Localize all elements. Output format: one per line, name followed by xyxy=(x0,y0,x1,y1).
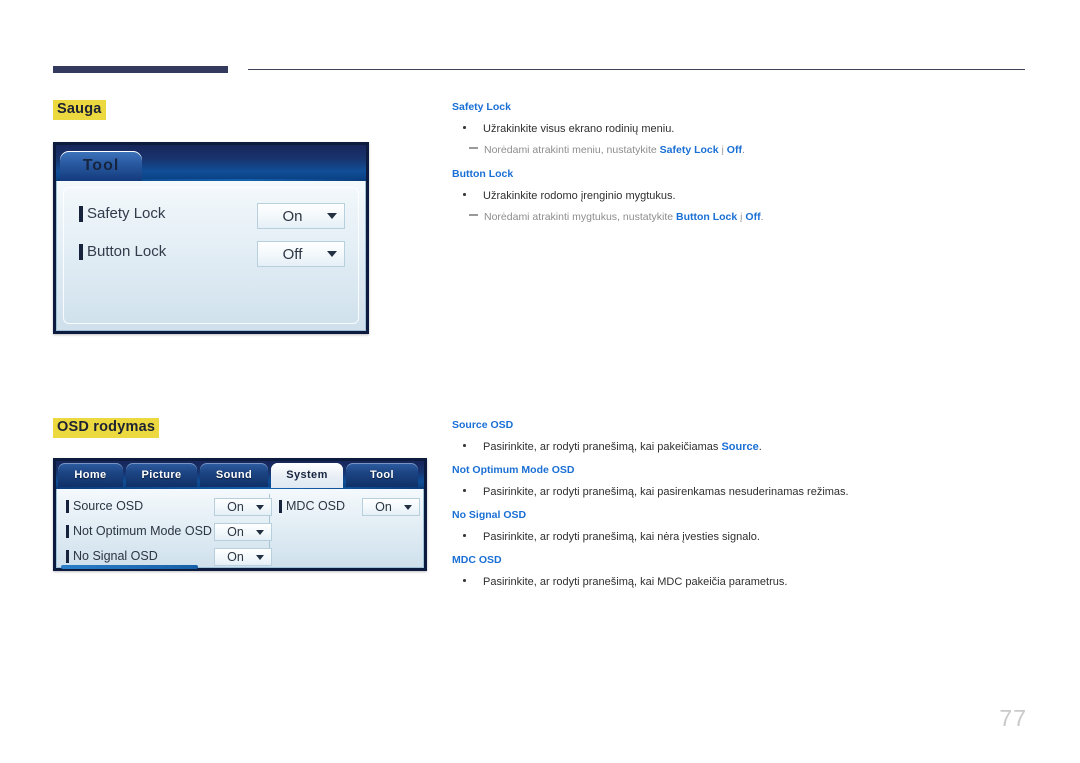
bullet-dot-icon xyxy=(463,444,466,447)
chevron-down-icon xyxy=(256,554,264,560)
header-rule-thin xyxy=(248,69,1025,70)
note-dash-icon xyxy=(469,147,478,149)
bullet-item: Užrakinkite rodomo įrenginio mygtukus. xyxy=(452,188,1027,203)
note-item: Norėdami atrakinti mygtukus, nustatykite… xyxy=(452,209,1027,224)
osd-combo-value: On xyxy=(227,550,244,564)
note-prefix: Norėdami atrakinti mygtukus, nustatykite xyxy=(484,211,676,223)
chevron-down-icon xyxy=(327,213,337,219)
osd-combo-no-signal-osd[interactable]: On xyxy=(214,548,272,566)
osd-combo-source-osd[interactable]: On xyxy=(214,498,272,516)
osd-panel-tool: Tool Safety Lock On Button Lock Off xyxy=(53,142,369,334)
page-number: 77 xyxy=(999,705,1027,731)
note-keyword-1: Safety Lock xyxy=(659,144,719,156)
bullet-item: Pasirinkite, ar rodyti pranešimą, kai pa… xyxy=(452,439,1027,454)
bullet-suffix: . xyxy=(758,441,762,453)
bullet-dot-icon xyxy=(463,534,466,537)
osd-row-safety-lock: Safety Lock xyxy=(79,205,165,222)
chevron-down-icon xyxy=(256,504,264,510)
bullet-dot-icon xyxy=(463,193,466,196)
bullet-text: Pasirinkite, ar rodyti pranešimą, kai MD… xyxy=(483,576,788,588)
bullet-dot-icon xyxy=(463,126,466,129)
note-separator: į xyxy=(718,144,727,156)
osd-row-no-signal-osd: No Signal OSD xyxy=(66,549,158,563)
osd-tab-system[interactable]: System xyxy=(271,463,343,488)
osd-tab-tool[interactable]: Tool xyxy=(346,463,418,488)
row-marker-icon xyxy=(66,549,69,563)
osd-tab-home[interactable]: Home xyxy=(58,463,123,488)
osd-row-label: Button Lock xyxy=(87,243,167,260)
bullet-text: Užrakinkite visus ekrano rodinių meniu. xyxy=(483,123,675,135)
osd-body-tool: Safety Lock On Button Lock Off xyxy=(56,181,366,331)
bullet-item: Pasirinkite, ar rodyti pranešimą, kai MD… xyxy=(452,574,1027,589)
note-keyword-2: Off xyxy=(726,144,742,156)
osd-tabbar-system: Home Picture Sound System Tool xyxy=(56,461,424,489)
chevron-down-icon xyxy=(404,504,412,510)
osd-row-label: Safety Lock xyxy=(87,205,166,222)
osd-row-source-osd: Source OSD xyxy=(66,499,143,513)
osd-row-label: No Signal OSD xyxy=(73,549,158,563)
bullet-text: Pasirinkite, ar rodyti pranešimą, kai nė… xyxy=(483,531,760,543)
note-text: Norėdami atrakinti meniu, nustatykite Sa… xyxy=(484,144,745,156)
row-marker-icon xyxy=(279,499,282,513)
osd-combo-mdc-osd[interactable]: On xyxy=(362,498,420,516)
bullet-keyword: Source xyxy=(721,441,759,453)
section-heading-osd-rodymas: OSD rodymas xyxy=(53,418,160,438)
osd-combo-value: Off xyxy=(282,245,303,263)
osd-combo-value: On xyxy=(227,500,244,514)
osd-tabbar-tool: Tool xyxy=(56,145,366,181)
chevron-down-icon xyxy=(327,251,337,257)
osd-row-button-lock: Button Lock xyxy=(79,243,166,260)
entry-title-button-lock: Button Lock xyxy=(452,168,514,180)
row-marker-icon xyxy=(66,524,69,538)
osd-combo-value: On xyxy=(227,525,244,539)
note-suffix: . xyxy=(760,211,764,223)
entry-title-safety-lock: Safety Lock xyxy=(452,101,511,113)
row-marker-icon xyxy=(66,499,69,513)
osd-tab-tool[interactable]: Tool xyxy=(60,151,142,181)
page-header-rule xyxy=(53,66,1025,76)
note-text: Norėdami atrakinti mygtukus, nustatykite… xyxy=(484,211,764,223)
entry-title-no-signal-osd: No Signal OSD xyxy=(452,509,527,521)
osd-body-system: Source OSD On Not Optimum Mode OSD On No… xyxy=(56,489,424,569)
description-block-safety-lock: Safety Lock Užrakinkite visus ekrano rod… xyxy=(452,101,1027,224)
bullet-prefix: Pasirinkite, ar rodyti pranešimą, kai pa… xyxy=(483,441,722,453)
note-item: Norėdami atrakinti meniu, nustatykite Sa… xyxy=(452,142,1027,157)
bullet-item: Pasirinkite, ar rodyti pranešimą, kai nė… xyxy=(452,529,1027,544)
osd-combo-safety-lock[interactable]: On xyxy=(257,203,345,229)
entry-title-mdc-osd: MDC OSD xyxy=(452,554,502,566)
description-block-osd-display: Source OSD Pasirinkite, ar rodyti praneš… xyxy=(452,419,1027,589)
osd-panel-system: Home Picture Sound System Tool Source OS… xyxy=(53,458,427,571)
note-keyword-2: Off xyxy=(745,211,761,223)
bullet-dot-icon xyxy=(463,579,466,582)
osd-row-label: Not Optimum Mode OSD xyxy=(73,524,212,538)
row-marker-icon xyxy=(79,205,83,222)
osd-tab-sound[interactable]: Sound xyxy=(200,463,268,488)
chevron-down-icon xyxy=(256,529,264,535)
entry-title-source-osd: Source OSD xyxy=(452,419,514,431)
note-prefix: Norėdami atrakinti meniu, nustatykite xyxy=(484,144,660,156)
bullet-text: Pasirinkite, ar rodyti pranešimą, kai pa… xyxy=(483,486,849,498)
note-keyword-1: Button Lock xyxy=(676,211,738,223)
osd-combo-value: On xyxy=(282,207,303,225)
section-heading-sauga: Sauga xyxy=(53,100,106,120)
header-rule-thick xyxy=(53,66,228,73)
osd-row-not-optimum-mode-osd: Not Optimum Mode OSD xyxy=(66,524,212,538)
note-suffix: . xyxy=(741,144,745,156)
note-dash-icon xyxy=(469,214,478,216)
osd-combo-button-lock[interactable]: Off xyxy=(257,241,345,267)
osd-tab-picture[interactable]: Picture xyxy=(126,463,197,488)
row-marker-icon xyxy=(79,243,83,260)
osd-scroll-indicator[interactable] xyxy=(61,565,198,569)
osd-combo-not-optimum-mode-osd[interactable]: On xyxy=(214,523,272,541)
osd-row-label: Source OSD xyxy=(73,499,144,513)
bullet-text: Pasirinkite, ar rodyti pranešimą, kai pa… xyxy=(483,441,762,453)
osd-row-mdc-osd: MDC OSD xyxy=(279,499,345,513)
bullet-text: Užrakinkite rodomo įrenginio mygtukus. xyxy=(483,190,676,202)
bullet-item: Užrakinkite visus ekrano rodinių meniu. xyxy=(452,121,1027,136)
bullet-dot-icon xyxy=(463,489,466,492)
bullet-item: Pasirinkite, ar rodyti pranešimą, kai pa… xyxy=(452,484,1027,499)
entry-title-not-optimum-mode-osd: Not Optimum Mode OSD xyxy=(452,464,575,476)
osd-combo-value: On xyxy=(375,500,392,514)
osd-row-label: MDC OSD xyxy=(286,499,346,513)
